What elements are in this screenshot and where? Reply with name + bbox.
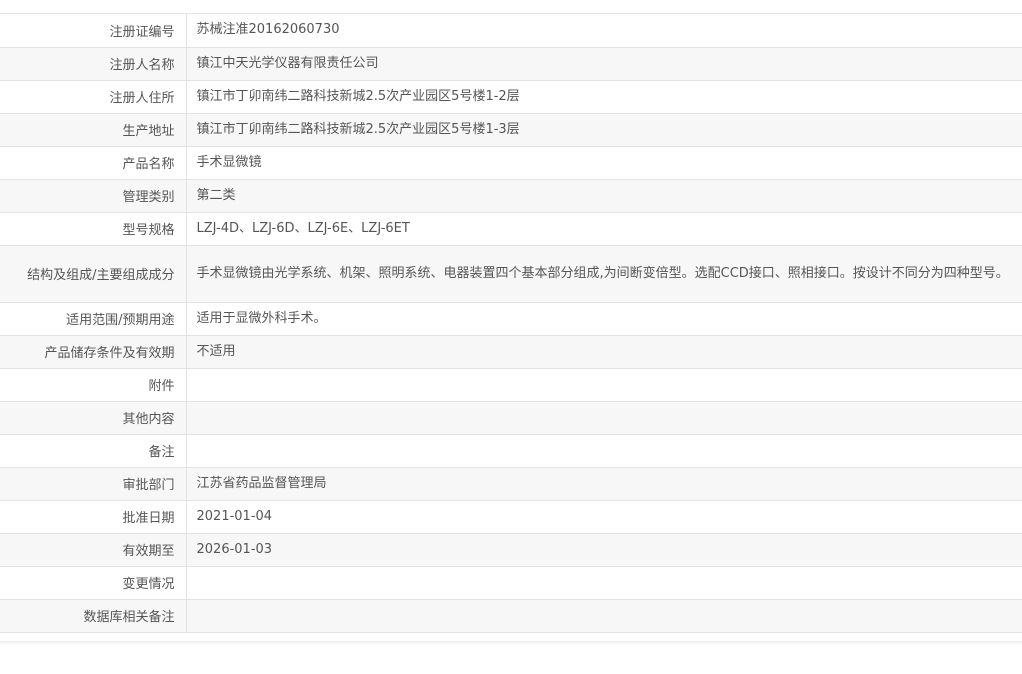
- value-registrant-address: 镇江市丁卯南纬二路科技新城2.5次产业园区5号楼1-2层: [196, 88, 520, 104]
- label-registration-number: 注册证编号: [0, 14, 187, 47]
- label-product-name: 产品名称: [0, 146, 187, 179]
- value-other-content: [186, 401, 1022, 434]
- value-model-spec: LZJ-4D、LZJ-6D、LZJ-6E、LZJ-6ET: [196, 220, 410, 236]
- row-change-history: 变更情况: [0, 566, 1022, 599]
- value-product-name: 手术显微镜: [196, 154, 262, 170]
- value-approval-department: 江苏省药品监督管理局: [196, 475, 327, 491]
- row-registration-number: 注册证编号 苏械注准20162060730: [0, 14, 1022, 47]
- row-database-remarks: 数据库相关备注: [0, 599, 1022, 632]
- label-registrant-name: 注册人名称: [0, 47, 187, 80]
- row-approval-date: 批准日期 2021-01-04: [0, 500, 1022, 533]
- label-change-history: 变更情况: [0, 566, 187, 599]
- row-remarks: 备注: [0, 434, 1022, 467]
- row-other-content: 其他内容: [0, 401, 1022, 434]
- value-approval-date: 2021-01-04: [196, 508, 273, 524]
- row-management-category: 管理类别 第二类: [0, 179, 1022, 212]
- row-attachment: 附件: [0, 368, 1022, 401]
- label-intended-use: 适用范围/预期用途: [0, 302, 187, 335]
- row-storage-validity: 产品储存条件及有效期 不适用: [0, 335, 1022, 368]
- label-approval-date: 批准日期: [0, 500, 187, 533]
- row-model-spec: 型号规格 LZJ-4D、LZJ-6D、LZJ-6E、LZJ-6ET: [0, 212, 1022, 245]
- label-valid-until: 有效期至: [0, 533, 187, 566]
- label-storage-validity: 产品储存条件及有效期: [0, 335, 187, 368]
- value-registration-number: 苏械注准20162060730: [196, 22, 340, 38]
- label-attachment: 附件: [0, 368, 187, 401]
- label-approval-department: 审批部门: [0, 467, 187, 500]
- label-remarks: 备注: [0, 434, 187, 467]
- registration-detail-table: 注册证编号 苏械注准20162060730 注册人名称 镇江中天光学仪器有限责任…: [0, 14, 1022, 633]
- row-registrant-name: 注册人名称 镇江中天光学仪器有限责任公司: [0, 47, 1022, 80]
- row-production-address: 生产地址 镇江市丁卯南纬二路科技新城2.5次产业园区5号楼1-3层: [0, 113, 1022, 146]
- row-intended-use: 适用范围/预期用途 适用于显微外科手术。: [0, 302, 1022, 335]
- value-structure-composition: 手术显微镜由光学系统、机架、照明系统、电器装置四个基本部分组成,为间断变倍型。选…: [196, 265, 1009, 281]
- value-remarks: [186, 434, 1022, 467]
- label-production-address: 生产地址: [0, 113, 187, 146]
- value-valid-until: 2026-01-03: [196, 541, 273, 557]
- label-structure-composition: 结构及组成/主要组成成分: [0, 245, 187, 302]
- row-valid-until: 有效期至 2026-01-03: [0, 533, 1022, 566]
- value-management-category: 第二类: [196, 187, 236, 203]
- row-registrant-address: 注册人住所 镇江市丁卯南纬二路科技新城2.5次产业园区5号楼1-2层: [0, 80, 1022, 113]
- value-attachment: [186, 368, 1022, 401]
- registration-detail-page: 注册证编号 苏械注准20162060730 注册人名称 镇江中天光学仪器有限责任…: [0, 0, 1022, 674]
- row-approval-department: 审批部门 江苏省药品监督管理局: [0, 467, 1022, 500]
- value-production-address: 镇江市丁卯南纬二路科技新城2.5次产业园区5号楼1-3层: [196, 121, 520, 137]
- label-model-spec: 型号规格: [0, 212, 187, 245]
- top-strip: [0, 0, 1022, 14]
- label-registrant-address: 注册人住所: [0, 80, 187, 113]
- label-other-content: 其他内容: [0, 401, 187, 434]
- value-intended-use: 适用于显微外科手术。: [196, 310, 327, 326]
- value-storage-validity: 不适用: [196, 343, 236, 359]
- label-management-category: 管理类别: [0, 179, 187, 212]
- label-database-remarks: 数据库相关备注: [0, 599, 187, 632]
- value-change-history: [186, 566, 1022, 599]
- value-database-remarks: [186, 599, 1022, 632]
- row-product-name: 产品名称 手术显微镜: [0, 146, 1022, 179]
- value-registrant-name: 镇江中天光学仪器有限责任公司: [196, 55, 379, 71]
- row-structure-composition: 结构及组成/主要组成成分 手术显微镜由光学系统、机架、照明系统、电器装置四个基本…: [0, 245, 1022, 302]
- bottom-divider: [0, 640, 1022, 645]
